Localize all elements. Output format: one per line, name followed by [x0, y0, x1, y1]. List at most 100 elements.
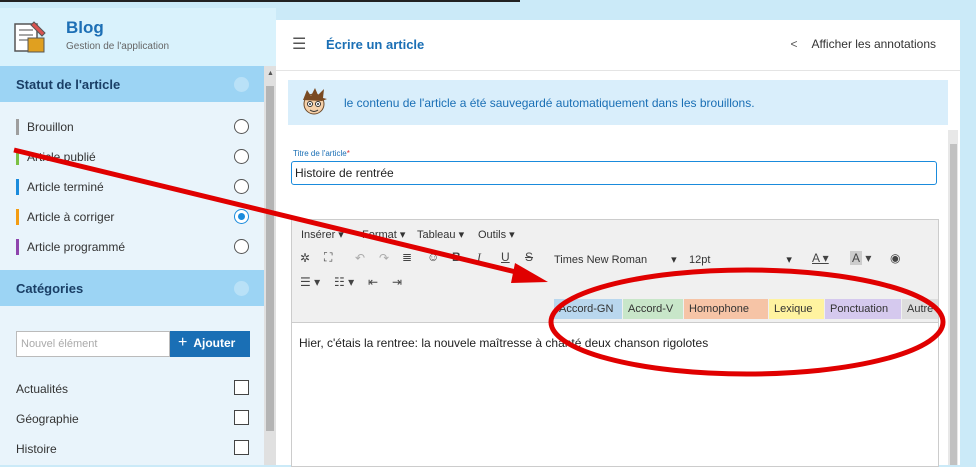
- editor-menubar: Insérer ▾ Format ▾ Tableau ▾ Outils ▾: [292, 220, 938, 246]
- status-item-a-corriger[interactable]: Article à corriger: [0, 202, 264, 232]
- status-item-brouillon[interactable]: Brouillon: [0, 112, 264, 142]
- indent-icon[interactable]: ⇥: [392, 275, 402, 289]
- numbered-list-icon[interactable]: ☷ ▾: [334, 275, 354, 289]
- app-header: Blog Gestion de l'application: [0, 8, 276, 66]
- menu-tableau[interactable]: Tableau ▾: [417, 228, 464, 241]
- sidebar: Blog Gestion de l'application Statut de …: [0, 8, 276, 465]
- status-item-programme[interactable]: Article programmé: [0, 232, 264, 262]
- category-checkbox[interactable]: [234, 440, 249, 455]
- required-marker: *: [346, 149, 350, 158]
- status-color-bar: [16, 239, 19, 255]
- text-color-icon[interactable]: A ▾: [812, 251, 829, 265]
- status-radio[interactable]: [234, 119, 249, 134]
- chevron-left-icon: <: [790, 37, 798, 51]
- status-item-publie[interactable]: Article publié: [0, 142, 264, 172]
- status-color-bar: [16, 209, 19, 225]
- blog-logo-icon: [14, 21, 46, 53]
- status-radio-selected[interactable]: [234, 209, 249, 224]
- tag-homophone[interactable]: Homophone: [684, 299, 768, 319]
- category-label: Actualités: [16, 382, 69, 396]
- editor-content[interactable]: Hier, c'étais la rentree: la nouvele maî…: [299, 336, 708, 350]
- menu-format[interactable]: Format ▾: [362, 228, 405, 241]
- title-label-text: Titre de l'article: [293, 149, 347, 158]
- autosave-message: le contenu de l'article a été sauvegardé…: [344, 96, 755, 110]
- outdent-icon[interactable]: ⇤: [368, 275, 378, 289]
- menu-inserer[interactable]: Insérer ▾: [301, 228, 344, 241]
- editor-toolbar: ✲ ⛶ ↶ ↷ ≣ ☺ B I U S Times New Roman ▾ 12p…: [292, 246, 938, 296]
- category-checkbox[interactable]: [234, 410, 249, 425]
- status-radio[interactable]: [234, 179, 249, 194]
- category-item-histoire[interactable]: Histoire: [0, 434, 264, 464]
- underline-icon[interactable]: U: [501, 250, 510, 264]
- status-section-title: Statut de l'article: [16, 77, 121, 92]
- strikethrough-icon[interactable]: S: [525, 250, 533, 264]
- tag-lexique[interactable]: Lexique: [769, 299, 824, 319]
- category-item-actualites[interactable]: Actualités: [0, 374, 264, 404]
- menu-label: Tableau: [417, 229, 456, 241]
- sidebar-panel: Statut de l'article Brouillon Article pu…: [0, 66, 264, 465]
- title-field-label: Titre de l'article*: [293, 149, 350, 158]
- bold-icon[interactable]: B: [452, 250, 461, 264]
- category-item-geographie[interactable]: Géographie: [0, 404, 264, 434]
- category-label: Histoire: [16, 442, 57, 456]
- show-annotations-label: Afficher les annotations: [811, 37, 936, 51]
- main-content: ☰ Écrire un article < Afficher les annota…: [276, 20, 960, 467]
- page-title: Écrire un article: [326, 37, 425, 52]
- tag-ponctuation[interactable]: Ponctuation: [825, 299, 901, 319]
- app-subtitle: Gestion de l'application: [66, 41, 170, 52]
- align-icon[interactable]: ≣: [402, 250, 412, 264]
- bullet-list-icon[interactable]: ☰ ▾: [300, 275, 320, 289]
- category-label: Géographie: [16, 412, 79, 426]
- annotation-tags-bar: Accord-GN Accord-V Homophone Lexique Pon…: [292, 296, 938, 323]
- status-label: Brouillon: [27, 120, 74, 134]
- add-button-label: Ajouter: [193, 336, 236, 350]
- status-section-header[interactable]: Statut de l'article: [0, 66, 264, 102]
- redo-icon[interactable]: ↷: [379, 251, 389, 265]
- font-family-select[interactable]: Times New Roman ▾: [554, 253, 677, 266]
- top-divider-line: [0, 0, 520, 2]
- menu-outils[interactable]: Outils ▾: [478, 228, 515, 241]
- status-label: Article programmé: [27, 240, 126, 254]
- character-avatar-icon: [303, 88, 327, 115]
- article-title-input[interactable]: Histoire de rentrée: [291, 161, 937, 185]
- menu-label: Format: [362, 229, 397, 241]
- collapse-toggle-icon[interactable]: [234, 77, 249, 92]
- tag-accord-v[interactable]: Accord-V: [623, 299, 683, 319]
- scroll-up-icon[interactable]: ▲: [267, 70, 274, 77]
- collapse-toggle-icon[interactable]: [234, 281, 249, 296]
- italic-icon[interactable]: I: [477, 250, 481, 265]
- menu-label: Outils: [478, 229, 507, 241]
- status-label: Article à corriger: [27, 210, 115, 224]
- settings-gear-icon[interactable]: ✲: [300, 251, 310, 265]
- autosave-banner: le contenu de l'article a été sauvegardé…: [288, 80, 948, 125]
- status-label: Article publié: [27, 150, 96, 164]
- status-radio[interactable]: [234, 149, 249, 164]
- emoji-icon[interactable]: ☺: [427, 250, 439, 264]
- tag-autre[interactable]: Autre: [902, 299, 938, 319]
- font-size-select[interactable]: 12pt ▾: [689, 253, 792, 266]
- tag-accord-gn[interactable]: Accord-GN: [554, 299, 622, 319]
- fullscreen-icon[interactable]: ⛶: [324, 250, 332, 265]
- status-color-bar: [16, 179, 19, 195]
- spellcheck-icon[interactable]: ◉: [890, 251, 900, 265]
- main-scrollbar-thumb[interactable]: [950, 144, 957, 465]
- chevron-down-icon: ▾: [786, 254, 792, 266]
- status-color-bar: [16, 119, 19, 135]
- highlight-color-icon[interactable]: A ▾: [850, 251, 871, 265]
- show-annotations-link[interactable]: < Afficher les annotations: [790, 37, 936, 51]
- categories-section-header[interactable]: Catégories: [0, 270, 264, 306]
- category-checkbox[interactable]: [234, 380, 249, 395]
- new-category-input[interactable]: Nouvel élément: [16, 331, 170, 357]
- status-item-termine[interactable]: Article terminé: [0, 172, 264, 202]
- undo-icon[interactable]: ↶: [355, 251, 365, 265]
- status-label: Article terminé: [27, 180, 104, 194]
- plus-icon: +: [178, 334, 188, 351]
- app-title: Blog: [66, 18, 104, 37]
- add-category-button[interactable]: + Ajouter: [170, 331, 250, 357]
- chevron-down-icon: ▾: [671, 254, 677, 266]
- menu-icon[interactable]: ☰: [292, 34, 306, 54]
- font-size-value: 12pt: [689, 254, 711, 266]
- status-radio[interactable]: [234, 239, 249, 254]
- sidebar-scrollbar-thumb[interactable]: [266, 86, 274, 431]
- categories-section-title: Catégories: [16, 281, 84, 296]
